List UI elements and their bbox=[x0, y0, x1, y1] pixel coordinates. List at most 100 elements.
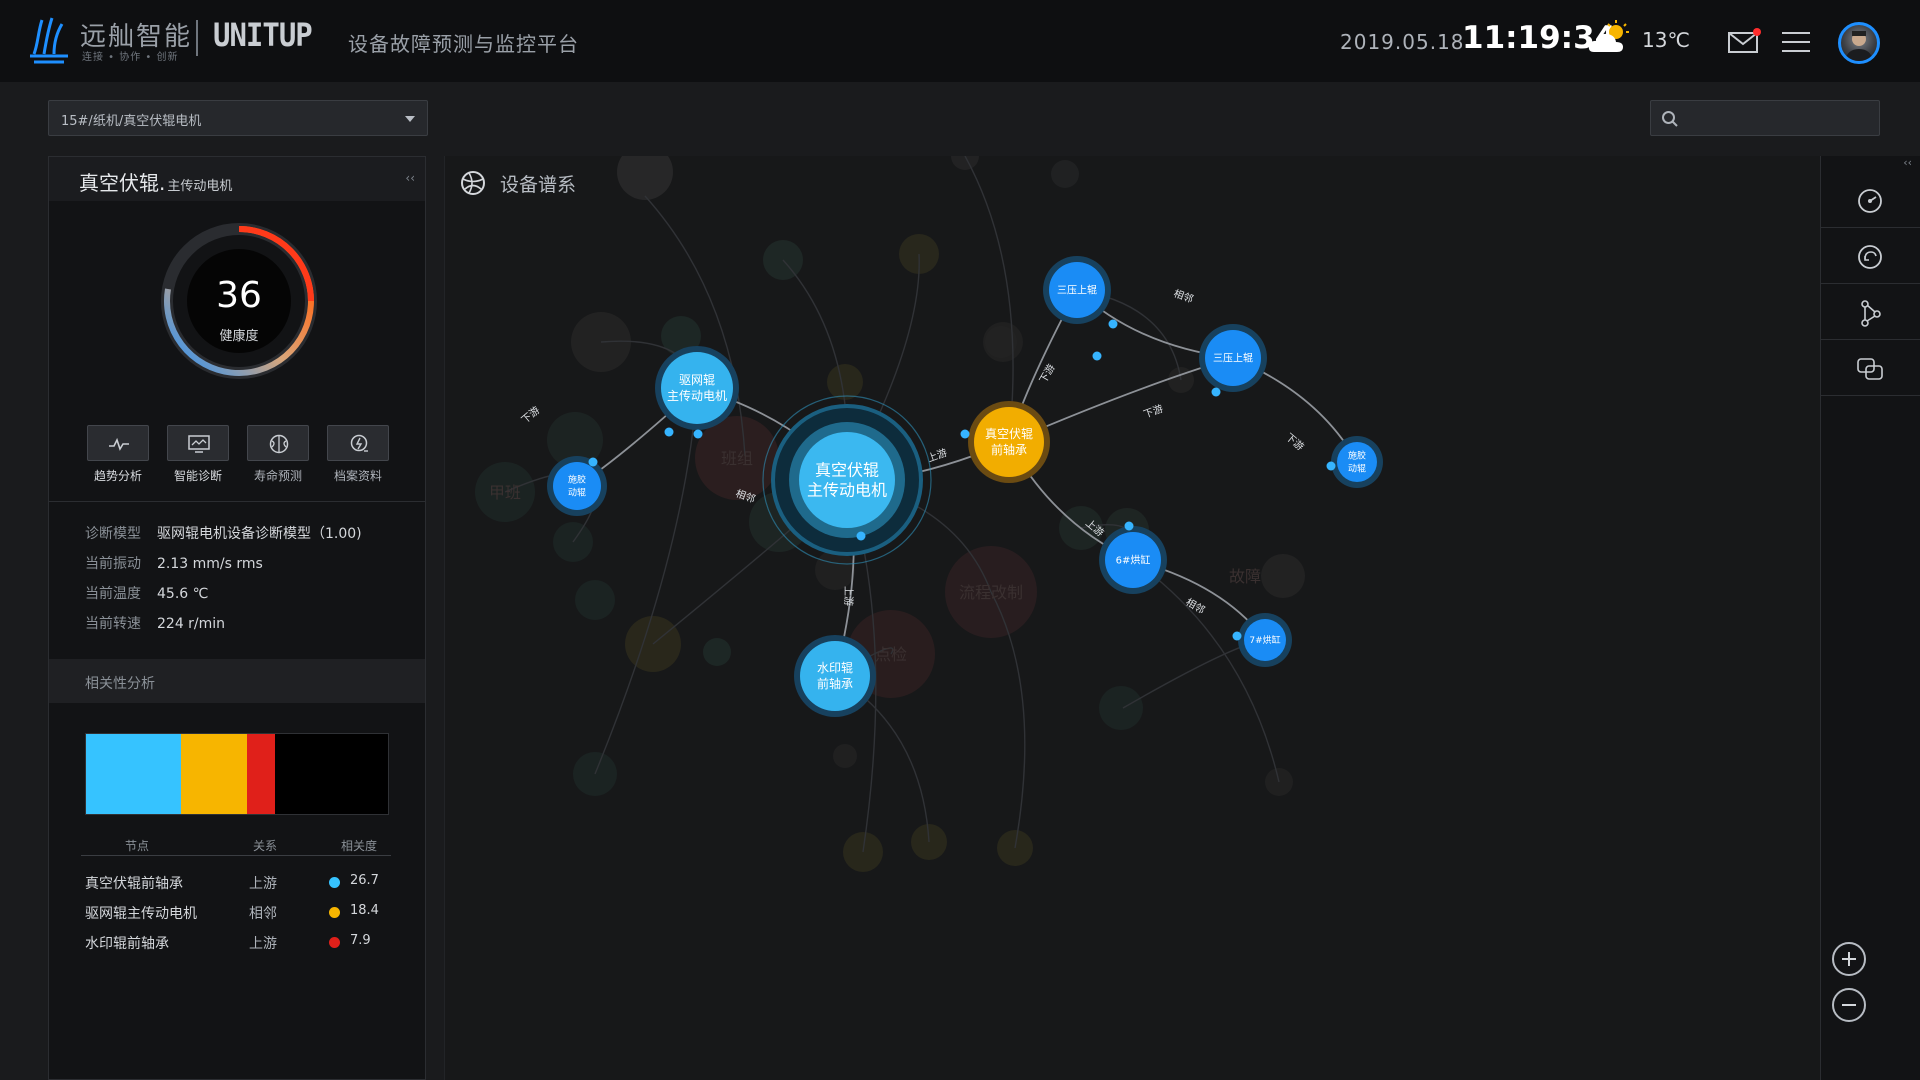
zoom-out-button[interactable] bbox=[1832, 988, 1866, 1022]
monitor-icon bbox=[188, 435, 210, 453]
row-node: 驱网辊主传动电机 bbox=[85, 906, 197, 922]
row-relation: 上游 bbox=[249, 936, 277, 952]
brand-slogan: 连接 • 协作 • 创新 bbox=[82, 52, 179, 63]
background-node bbox=[617, 156, 673, 200]
graph-node-label: 前轴承 bbox=[991, 442, 1027, 457]
search-icon bbox=[1662, 111, 1678, 127]
edge-connector-dot bbox=[1124, 521, 1134, 531]
device-path-select[interactable]: 15#/纸机/真空伏辊电机 bbox=[48, 100, 428, 136]
correlation-bar-segment bbox=[246, 734, 275, 814]
edge-connector-dot bbox=[693, 429, 703, 439]
status-dot bbox=[329, 907, 340, 918]
top-header: 远舢智能 连接 • 协作 • 创新 UNITUP 设备故障预测与监控平台 201… bbox=[0, 0, 1920, 82]
platform-title: 设备故障预测与监控平台 bbox=[348, 32, 579, 56]
background-node bbox=[951, 156, 979, 170]
chevron-down-icon bbox=[405, 116, 415, 122]
row-value: 7.9 bbox=[350, 933, 371, 948]
background-node-label: 甲班 bbox=[489, 483, 521, 502]
metric-value: 2.13 mm/s rms bbox=[157, 556, 263, 572]
search-input[interactable] bbox=[1650, 100, 1880, 136]
graph-node-label: 施胶 bbox=[568, 474, 586, 486]
dashboard-button[interactable] bbox=[1821, 172, 1920, 228]
graph-layout-button[interactable] bbox=[1821, 284, 1920, 340]
panel-divider bbox=[49, 501, 425, 502]
tool-archive[interactable]: 档案资料 bbox=[327, 425, 389, 484]
graph-node-label: 动辊 bbox=[1348, 463, 1366, 475]
right-tool-rail: ‹‹ bbox=[1820, 156, 1920, 1080]
graph-node-label: 三压上辊 bbox=[1057, 283, 1097, 296]
table-row[interactable]: 水印辊前轴承 上游 7.9 bbox=[85, 933, 395, 953]
correlation-bar bbox=[85, 733, 389, 815]
edge-label: 相邻 bbox=[1172, 287, 1195, 306]
collapse-rail-button[interactable]: ‹‹ bbox=[1903, 156, 1912, 169]
mail-icon[interactable] bbox=[1728, 28, 1762, 54]
graph-node-label: 动辊 bbox=[568, 487, 586, 499]
metric-model: 诊断模型 驱网辊电机设备诊断模型（1.00) bbox=[85, 523, 362, 543]
table-row[interactable]: 真空伏辊前轴承 上游 26.7 bbox=[85, 873, 395, 893]
graph-node bbox=[1337, 442, 1377, 482]
edge-connector-dot bbox=[1232, 631, 1242, 641]
table-row[interactable]: 驱网辊主传动电机 相邻 18.4 bbox=[85, 903, 395, 923]
zoom-in-button[interactable] bbox=[1832, 942, 1866, 976]
archive-icon bbox=[350, 434, 368, 452]
tool-trend-analysis[interactable]: 趋势分析 bbox=[87, 425, 149, 484]
background-edge bbox=[594, 387, 698, 775]
equipment-graph-panel[interactable]: 甲班 班组 流程改制 故障 点检 下游 相邻 上游 上游 下游 下游 相邻 下游 上游 相邻 真空伏辊 主传动电… bbox=[444, 156, 1820, 1080]
graph-node-label: 6#烘缸 bbox=[1116, 553, 1151, 566]
graph-icon bbox=[1861, 300, 1881, 327]
graph-node-label: 驱网辊 bbox=[679, 373, 715, 387]
background-node bbox=[833, 744, 857, 768]
row-value: 26.7 bbox=[350, 873, 379, 888]
edge-label: 下游 bbox=[1142, 402, 1165, 421]
collapse-panel-button[interactable]: ‹‹ bbox=[405, 171, 415, 185]
logo-icon bbox=[30, 17, 68, 64]
refresh-button[interactable] bbox=[1821, 228, 1920, 284]
globe-icon bbox=[461, 171, 485, 195]
background-node-label: 点检 bbox=[875, 645, 907, 664]
tool-smart-diagnosis[interactable]: 智能诊断 bbox=[167, 425, 229, 484]
brain-icon bbox=[269, 434, 289, 454]
background-node bbox=[575, 580, 615, 620]
compare-button[interactable] bbox=[1821, 340, 1920, 396]
background-node-label: 流程改制 bbox=[959, 583, 1023, 602]
background-node bbox=[815, 550, 855, 590]
equipment-graph-canvas[interactable]: 甲班班组流程改制故障点检下游相邻上游上游下游下游相邻下游上游相邻真空伏辊主传动电… bbox=[445, 156, 1821, 1080]
metric-key: 当前温度 bbox=[85, 586, 141, 602]
graph-node-label: 真空伏辊 bbox=[815, 460, 879, 479]
metric-key: 当前转速 bbox=[85, 616, 141, 632]
edge-label: 相邻 bbox=[1184, 595, 1208, 616]
row-relation: 上游 bbox=[249, 876, 277, 892]
user-avatar[interactable] bbox=[1838, 22, 1880, 64]
metric-vibration: 当前振动 2.13 mm/s rms bbox=[85, 553, 263, 573]
background-edge bbox=[1132, 559, 1280, 783]
metric-value: 45.6 ℃ bbox=[157, 586, 209, 602]
column-header-node: 节点 bbox=[125, 839, 150, 853]
row-relation: 相邻 bbox=[249, 906, 277, 922]
background-node-label: 故障 bbox=[1229, 567, 1261, 586]
graph-node-label: 施胶 bbox=[1348, 450, 1366, 462]
tool-label: 智能诊断 bbox=[173, 469, 222, 483]
metric-key: 诊断模型 bbox=[85, 526, 141, 542]
edge-connector-dot bbox=[856, 531, 866, 541]
edge-connector-dot bbox=[1092, 351, 1102, 361]
edge-label: 下游 bbox=[519, 403, 543, 426]
tool-label: 档案资料 bbox=[333, 469, 382, 483]
edge-connector-dot bbox=[1211, 387, 1221, 397]
device-subtitle: 主传动电机 bbox=[167, 179, 233, 194]
correlation-bar-segment bbox=[86, 734, 182, 814]
graph-node-label: 主传动电机 bbox=[667, 388, 727, 403]
background-node-label: 班组 bbox=[721, 449, 753, 468]
metric-key: 当前振动 bbox=[85, 556, 141, 572]
tool-life-prediction[interactable]: 寿命预测 bbox=[247, 425, 309, 484]
dashboard-icon bbox=[1858, 189, 1882, 213]
column-header-relation: 关系 bbox=[253, 839, 278, 853]
menu-icon[interactable] bbox=[1782, 30, 1810, 54]
edge-label: 上游 bbox=[842, 586, 855, 606]
compare-icon bbox=[1857, 358, 1883, 380]
column-header-correlation: 相关度 bbox=[341, 839, 378, 853]
correlation-section-header: 相关性分析 bbox=[49, 659, 425, 703]
row-value: 18.4 bbox=[350, 903, 379, 918]
graph-node-label: 前轴承 bbox=[817, 676, 853, 691]
brand-divider bbox=[196, 20, 198, 56]
graph-node-label: 主传动电机 bbox=[807, 480, 887, 499]
